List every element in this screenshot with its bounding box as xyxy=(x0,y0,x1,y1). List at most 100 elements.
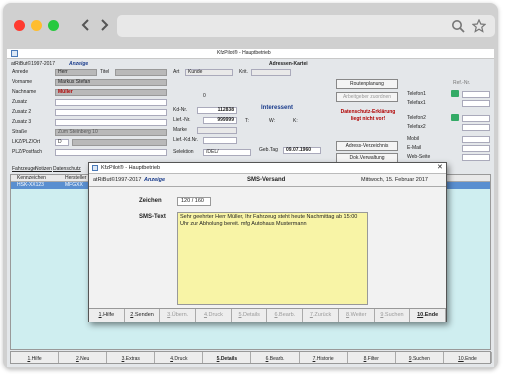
phone2-icon[interactable] xyxy=(451,114,459,121)
krit-select[interactable] xyxy=(251,69,291,76)
fkey-number: 10 xyxy=(458,356,464,362)
minimize-window-dot[interactable] xyxy=(31,20,42,31)
search-icon[interactable] xyxy=(451,19,465,38)
nachname-value: Müller xyxy=(58,89,73,95)
dialog-fkey-10-button[interactable]: 10.Ende xyxy=(410,309,446,322)
lkz-field[interactable]: D xyxy=(55,139,69,146)
adress-verzeichnis-button[interactable]: Adress-Verzeichnis xyxy=(336,141,398,151)
app-copyright: atRiBut©1997-2017 xyxy=(11,61,55,67)
sms-text-input[interactable]: Sehr geehrter Herr Müller, Ihr Fahrzeug … xyxy=(177,212,368,305)
zusatz-field[interactable] xyxy=(55,99,167,106)
dialog-fkey-9-button[interactable]: 9.Suchen xyxy=(375,309,411,322)
fkey-4-button[interactable]: 4.Druck xyxy=(155,352,204,363)
tab-notizen[interactable]: Notizen xyxy=(35,166,52,173)
refnr-label: Ref.-Nr. xyxy=(453,80,471,86)
telefon1-field[interactable] xyxy=(462,91,490,98)
mobil-field[interactable] xyxy=(462,136,490,143)
titel-label: Titel xyxy=(100,69,110,75)
dialog-fkey-3-button[interactable]: 3.Übern. xyxy=(160,309,197,322)
kdnr-field[interactable]: 112838 xyxy=(197,107,237,114)
fkey-5-button[interactable]: 5.Details xyxy=(203,352,252,363)
selektion-field[interactable]: /DEL/ xyxy=(203,149,251,156)
titel-field[interactable] xyxy=(115,69,167,76)
kdnr-value: 112838 xyxy=(217,107,234,113)
nachname-label: Nachname xyxy=(12,89,37,95)
dialog-fkey-2-button[interactable]: 2.Senden xyxy=(125,309,161,322)
dialog-button-bar: 1.Hilfe 2.Senden 3.Übern. 4.Druck 5.Details 6… xyxy=(89,308,446,322)
strasse-field[interactable]: Zum Steinberg 10 xyxy=(55,129,167,136)
email-field[interactable] xyxy=(462,145,490,152)
telefax2-field[interactable] xyxy=(462,124,490,131)
nachname-field[interactable]: Müller xyxy=(55,89,167,96)
fkey-label: Hilfe xyxy=(31,356,42,362)
app-window-title: KfzPilot® - Hauptbetrieb xyxy=(217,50,271,56)
webseite-label: Web-Seite xyxy=(407,154,431,160)
app-icon xyxy=(11,50,18,57)
fkey-label: Neu xyxy=(80,356,90,362)
webseite-field[interactable] xyxy=(462,154,490,161)
liefkdnr-field[interactable] xyxy=(203,137,237,144)
grid-cell-hersteller: MFGXX xyxy=(65,182,83,188)
arbeitgeber-button[interactable]: Arbeitgeber zuordnen xyxy=(336,92,398,102)
star-icon[interactable] xyxy=(471,18,487,38)
selektion-value: /DEL/ xyxy=(206,149,219,155)
mode-label: Anzeige xyxy=(69,61,89,67)
dialog-fkey-label: Details xyxy=(243,312,260,318)
grid-header-hersteller[interactable]: Hersteller xyxy=(65,175,86,182)
fkey-10-button[interactable]: 10.Ende xyxy=(444,352,492,363)
zusatz3-field[interactable] xyxy=(55,119,167,126)
address-bar[interactable] xyxy=(117,15,495,37)
dialog-fkey-number: 8 xyxy=(346,312,350,318)
close-icon[interactable]: ✕ xyxy=(437,164,443,171)
dialog-divider xyxy=(89,186,446,187)
dialog-fkey-number: 7 xyxy=(309,312,313,318)
close-window-dot[interactable] xyxy=(14,20,25,31)
fkey-9-button[interactable]: 9.Suchen xyxy=(396,352,444,363)
fkey-7-button[interactable]: 7.Historie xyxy=(300,352,348,363)
forward-icon[interactable] xyxy=(99,15,109,40)
liefnr-value: 999999 xyxy=(217,117,234,123)
fkey-8-button[interactable]: 8.Filter xyxy=(348,352,396,363)
telefon2-field[interactable] xyxy=(462,115,490,122)
fkey-6-button[interactable]: 6.Bearb. xyxy=(252,352,300,363)
liefnr-field[interactable]: 999999 xyxy=(203,117,237,124)
mobil-label: Mobil xyxy=(407,136,419,142)
dialog-fkey-6-button[interactable]: 6.Bearb. xyxy=(268,309,304,322)
browser-window: KfzPilot® - Hauptbetrieb atRiBut©1997-20… xyxy=(3,3,498,369)
routenplanung-button[interactable]: Routenplanung xyxy=(336,79,398,89)
telefax2-label: Telefax2 xyxy=(407,124,426,130)
dialog-fkey-4-button[interactable]: 4.Druck xyxy=(196,309,232,322)
tab-fahrzeuge[interactable]: Fahrzeuge xyxy=(12,166,36,173)
zusatz2-label: Zusatz 2 xyxy=(12,109,32,115)
ort-field[interactable] xyxy=(72,139,167,146)
fkey-1-button[interactable]: 1.Hilfe xyxy=(11,352,60,363)
gebtag-field[interactable]: 09.07.1960 xyxy=(283,147,321,154)
dialog-mode-label: Anzeige xyxy=(144,177,166,183)
dialog-fkey-7-button[interactable]: 7.Zurück xyxy=(303,309,339,322)
marke-select[interactable] xyxy=(197,127,237,134)
art-select[interactable]: Kunde xyxy=(185,69,233,76)
back-icon[interactable] xyxy=(81,15,91,40)
anrede-field[interactable]: Herr xyxy=(55,69,97,76)
dialog-copyright: atRiBut©1997-2017 xyxy=(93,177,142,183)
dialog-fkey-8-button[interactable]: 8.Weiter xyxy=(339,309,375,322)
dialog-fkey-5-button[interactable]: 5.Details xyxy=(232,309,268,322)
maximize-window-dot[interactable] xyxy=(48,20,59,31)
zusatz2-field[interactable] xyxy=(55,109,167,116)
dialog-fkey-1-button[interactable]: 1.Hilfe xyxy=(89,309,125,322)
marke-label: Marke xyxy=(173,127,187,133)
dialog-date: Mittwoch, 15. Februar 2017 xyxy=(361,177,428,183)
telefon1-label: Telefon1 xyxy=(407,91,426,97)
phone-icon[interactable] xyxy=(451,90,459,97)
telefax1-field[interactable] xyxy=(462,100,490,107)
fkey-number: 2 xyxy=(75,356,79,362)
tab-datenschutz[interactable]: Datenschutz xyxy=(53,166,81,173)
gebtag-label: Geb.Tag xyxy=(259,147,278,153)
section-title: Adressen-Kartei xyxy=(269,61,308,67)
fkey-3-button[interactable]: 3.Extras xyxy=(107,352,156,363)
grid-header-kennzeichen[interactable]: Kennzeichen xyxy=(17,175,46,182)
fkey-2-button[interactable]: 2.Neu xyxy=(59,352,108,363)
vorname-field[interactable]: Markus Stefan xyxy=(55,79,167,86)
fkey-label: Druck xyxy=(174,356,188,362)
plzpost-field[interactable] xyxy=(55,149,167,156)
